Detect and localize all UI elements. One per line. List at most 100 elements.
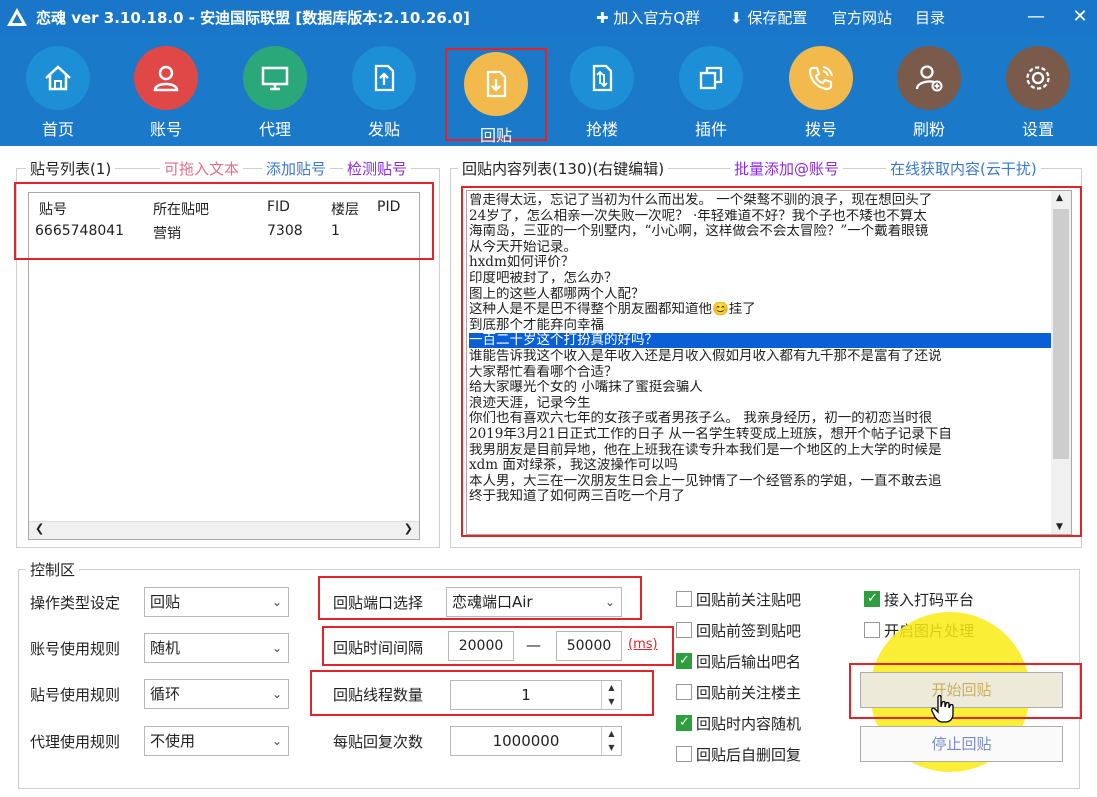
chevron-down-icon: ⌄ xyxy=(271,595,282,609)
close-button[interactable]: ✕ xyxy=(1064,4,1096,30)
checkbox-label: 接入打码平台 xyxy=(884,591,975,609)
download-file-icon xyxy=(464,52,528,116)
transfer-file-icon xyxy=(570,46,634,110)
checkbox-option[interactable]: 回贴后自删回复 xyxy=(676,745,801,765)
check-account-link[interactable]: 检测贴号 xyxy=(343,158,412,179)
upload-file-icon xyxy=(352,46,416,110)
spinner-arrows-icon[interactable]: ▲ ▼ xyxy=(601,727,621,755)
main-toolbar: 首页 账号 代理 发贴 回贴 抢楼 插件 拨号 刷粉 设置 xyxy=(0,36,1097,146)
scroll-left-icon[interactable]: ❮ xyxy=(35,522,44,535)
tool-fans[interactable]: 刷粉 xyxy=(884,42,974,144)
checkbox-icon[interactable] xyxy=(676,651,692,671)
tool-home[interactable]: 首页 xyxy=(13,42,103,144)
account-rule-select[interactable]: 随机 ⌄ xyxy=(144,633,289,663)
stop-reply-button[interactable]: 停止回贴 xyxy=(860,726,1063,762)
checkbox-icon[interactable] xyxy=(676,684,692,700)
tool-home-label: 首页 xyxy=(41,120,74,139)
highlight-frame xyxy=(461,186,1082,537)
checkbox-icon[interactable] xyxy=(676,713,692,733)
highlight-frame xyxy=(322,626,674,666)
accounts-hscrollbar[interactable]: ❮ ❯ xyxy=(29,521,419,539)
tool-post-label: 发贴 xyxy=(367,120,400,139)
batch-add-at-link[interactable]: 批量添加@账号 xyxy=(730,158,844,179)
tool-grab-floor[interactable]: 抢楼 xyxy=(557,42,647,144)
app-logo-icon xyxy=(7,8,27,26)
tool-reply-label: 回贴 xyxy=(479,126,512,145)
checkbox-option[interactable]: 回贴前关注楼主 xyxy=(676,683,801,703)
op-type-select[interactable]: 回贴 ⌄ xyxy=(144,587,289,617)
save-config-link[interactable]: ⬇ 保存配置 xyxy=(730,7,807,28)
chevron-down-icon: ⌄ xyxy=(271,687,282,701)
highlight-frame xyxy=(318,576,642,620)
checkbox-option[interactable]: 接入打码平台 xyxy=(864,589,975,610)
official-site-link[interactable]: 官方网站 xyxy=(832,7,892,28)
add-user-icon xyxy=(897,46,961,110)
checkbox-label: 回贴后自删回复 xyxy=(696,746,802,764)
tool-fans-label: 刷粉 xyxy=(912,120,945,139)
gear-icon xyxy=(1006,46,1070,110)
proxy-rule-label: 代理使用规则 xyxy=(30,733,121,751)
title-bar: 恋魂 ver 3.10.18.0 - 安迪国际联盟 [数据库版本:2.10.26… xyxy=(0,0,1097,36)
tool-proxy-label: 代理 xyxy=(258,120,291,139)
directory-link[interactable]: 目录 xyxy=(915,7,945,28)
online-fetch-link[interactable]: 在线获取内容(云干扰) xyxy=(886,158,1041,179)
join-qq-group-link[interactable]: ✚ 加入官方Q群 xyxy=(596,7,700,28)
home-icon xyxy=(26,46,90,110)
user-icon xyxy=(134,46,198,110)
tool-plugin-label: 插件 xyxy=(694,120,727,139)
tool-account-label: 账号 xyxy=(149,120,182,139)
monitor-icon xyxy=(243,46,307,110)
checkbox-label: 回贴前签到贴吧 xyxy=(696,622,802,640)
chevron-down-icon: ⌄ xyxy=(271,641,282,655)
tool-post[interactable]: 发贴 xyxy=(339,42,429,144)
checkbox-icon[interactable] xyxy=(676,622,692,638)
tool-reply[interactable]: 回贴 xyxy=(445,48,547,145)
tool-settings-label: 设置 xyxy=(1021,120,1054,139)
post-rule-value: 循环 xyxy=(150,685,181,703)
add-account-link[interactable]: 添加贴号 xyxy=(262,158,331,179)
checkbox-option[interactable]: 回贴前签到贴吧 xyxy=(676,621,801,641)
op-type-label: 操作类型设定 xyxy=(30,594,121,612)
chevron-down-icon: ⌄ xyxy=(271,734,282,748)
accounts-panel-title: 贴号列表(1) xyxy=(26,158,116,179)
checkbox-icon[interactable] xyxy=(864,622,880,638)
checkbox-icon[interactable] xyxy=(676,746,692,762)
checkbox-label: 回贴后输出吧名 xyxy=(696,653,802,671)
proxy-rule-select[interactable]: 不使用 ⌄ xyxy=(144,726,289,756)
op-type-value: 回贴 xyxy=(150,593,181,611)
replies-label: 每贴回复次数 xyxy=(333,733,424,751)
account-rule-label: 账号使用规则 xyxy=(30,640,121,658)
tool-account[interactable]: 账号 xyxy=(121,42,211,144)
hand-cursor-icon xyxy=(931,694,954,723)
checkbox-option[interactable]: 回贴时内容随机 xyxy=(676,713,802,734)
checkbox-option[interactable]: 回贴后输出吧名 xyxy=(676,651,802,672)
tool-settings[interactable]: 设置 xyxy=(993,42,1083,144)
checkbox-label: 回贴时内容随机 xyxy=(696,715,802,733)
account-rule-value: 随机 xyxy=(150,639,181,657)
post-rule-label: 贴号使用规则 xyxy=(30,686,121,704)
scroll-right-icon[interactable]: ❯ xyxy=(404,522,413,535)
tool-dial[interactable]: 拨号 xyxy=(776,42,866,144)
checkbox-icon[interactable] xyxy=(864,589,880,609)
control-panel-title: 控制区 xyxy=(26,559,80,580)
checkbox-icon[interactable] xyxy=(676,591,692,607)
post-rule-select[interactable]: 循环 ⌄ xyxy=(144,679,289,709)
tool-proxy[interactable]: 代理 xyxy=(230,42,320,144)
tool-grab-floor-label: 抢楼 xyxy=(585,120,618,139)
content-panel-title: 回贴内容列表(130)(右键编辑) xyxy=(458,158,669,179)
drag-text-link[interactable]: 可拖入文本 xyxy=(160,158,244,179)
highlight-frame xyxy=(310,670,654,716)
window-title: 恋魂 ver 3.10.18.0 - 安迪国际联盟 [数据库版本:2.10.26… xyxy=(36,9,470,27)
highlight-frame xyxy=(14,182,434,260)
replies-spinner[interactable]: 1000000 ▲ ▼ xyxy=(450,726,622,756)
checkbox-label: 回贴前关注楼主 xyxy=(696,684,802,702)
checkbox-option[interactable]: 回贴前关注贴吧 xyxy=(676,590,801,610)
minimize-button[interactable]: — xyxy=(1020,4,1052,30)
proxy-rule-value: 不使用 xyxy=(150,732,196,750)
copy-icon xyxy=(679,46,743,110)
phone-icon xyxy=(789,46,853,110)
tool-dial-label: 拨号 xyxy=(804,120,837,139)
checkbox-label: 回贴前关注贴吧 xyxy=(696,591,802,609)
highlight-frame xyxy=(849,663,1082,719)
tool-plugin[interactable]: 插件 xyxy=(666,42,756,144)
